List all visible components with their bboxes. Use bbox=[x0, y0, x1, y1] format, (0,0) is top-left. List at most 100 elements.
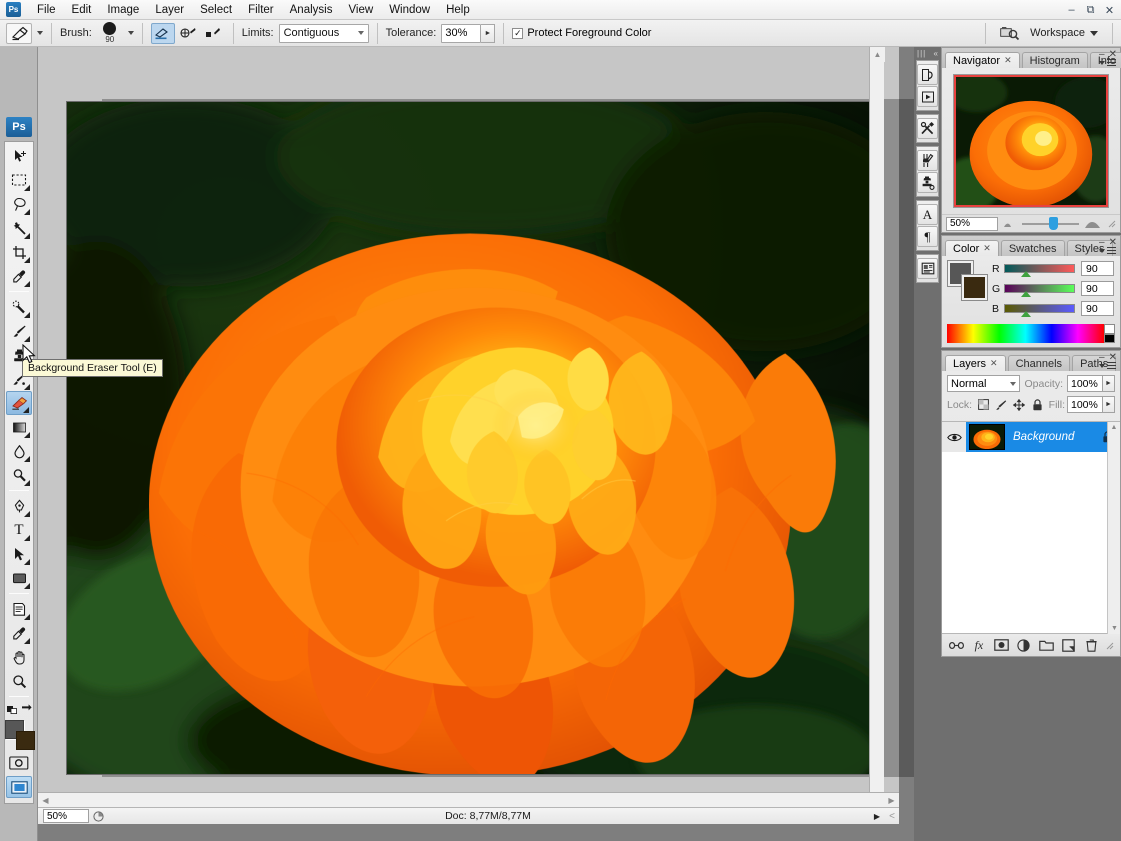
color-swatches-mini[interactable] bbox=[948, 261, 988, 301]
status-menu-icon[interactable]: ▶ bbox=[869, 812, 885, 821]
blur-tool[interactable] bbox=[6, 439, 32, 463]
restore-icon[interactable]: ⧉ bbox=[1081, 1, 1100, 19]
notes-tool[interactable] bbox=[6, 597, 32, 621]
scroll-left-icon[interactable]: ◀ bbox=[38, 793, 53, 808]
brush-preview[interactable]: 90 bbox=[97, 22, 123, 45]
history-panel-icon[interactable] bbox=[917, 64, 938, 85]
background-eraser-tool[interactable] bbox=[6, 391, 32, 415]
move-tool[interactable] bbox=[6, 144, 32, 168]
fill-input[interactable]: 100% bbox=[1067, 396, 1103, 413]
limits-select[interactable]: Contiguous bbox=[279, 24, 369, 43]
scroll-up-icon[interactable]: ▲ bbox=[1108, 422, 1120, 431]
minimize-icon[interactable]: – bbox=[1062, 1, 1081, 19]
menu-item-select[interactable]: Select bbox=[192, 2, 240, 18]
pen-tool[interactable] bbox=[6, 494, 32, 518]
brush-chevron-icon[interactable] bbox=[128, 31, 134, 35]
spot-healing-brush-tool[interactable] bbox=[6, 295, 32, 319]
quick-mask-icon[interactable] bbox=[6, 752, 32, 774]
workspace-button[interactable]: Workspace bbox=[1024, 25, 1104, 41]
layer-visibility-icon[interactable] bbox=[942, 422, 966, 452]
tab-close-icon[interactable]: ✕ bbox=[1004, 55, 1012, 66]
lock-image-pixels-icon[interactable] bbox=[994, 398, 1008, 412]
zoom-tool[interactable] bbox=[6, 669, 32, 693]
channel-slider-g[interactable] bbox=[1004, 284, 1075, 293]
panel-flyout-menu-icon[interactable] bbox=[1099, 59, 1116, 66]
new-adjustment-layer-icon[interactable] bbox=[1015, 637, 1032, 654]
spectrum-bar[interactable] bbox=[947, 324, 1104, 343]
opacity-stepper[interactable]: ► bbox=[1103, 375, 1115, 392]
rectangular-marquee-tool[interactable] bbox=[6, 168, 32, 192]
fill-stepper[interactable]: ► bbox=[1103, 396, 1115, 413]
menu-item-layer[interactable]: Layer bbox=[147, 2, 192, 18]
menu-item-analysis[interactable]: Analysis bbox=[282, 2, 341, 18]
tool-presets-panel-icon[interactable] bbox=[917, 118, 938, 139]
zoom-in-icon[interactable] bbox=[1084, 218, 1102, 229]
tab-histogram[interactable]: Histogram bbox=[1022, 52, 1088, 68]
background-eraser-icon[interactable] bbox=[6, 23, 32, 44]
lock-transparent-pixels-icon[interactable] bbox=[976, 398, 990, 412]
tab-channels[interactable]: Channels bbox=[1008, 355, 1070, 371]
scroll-right-icon[interactable]: ▶ bbox=[884, 793, 899, 808]
scroll-down-icon[interactable]: ▼ bbox=[1108, 625, 1121, 632]
sampling-continuous-icon[interactable] bbox=[151, 23, 175, 44]
table-row[interactable]: Background bbox=[942, 422, 1120, 452]
rectangle-tool[interactable] bbox=[6, 566, 32, 590]
blend-mode-select[interactable]: Normal bbox=[947, 375, 1020, 392]
navigator-thumbnail[interactable] bbox=[953, 74, 1109, 208]
menu-item-help[interactable]: Help bbox=[438, 2, 478, 18]
layer-thumbnail[interactable] bbox=[969, 424, 1005, 450]
channel-value[interactable]: 90 bbox=[1081, 281, 1114, 296]
menu-item-filter[interactable]: Filter bbox=[240, 2, 282, 18]
actions-panel-icon[interactable] bbox=[917, 86, 938, 107]
default-colors-icon[interactable] bbox=[7, 703, 18, 714]
channel-value[interactable]: 90 bbox=[1081, 261, 1114, 276]
canvas-vertical-scrollbar[interactable]: ▲ ▼ bbox=[869, 47, 884, 824]
navigator-view-box[interactable] bbox=[954, 75, 1108, 207]
delete-layer-icon[interactable] bbox=[1083, 637, 1100, 654]
character-panel-icon[interactable]: A bbox=[917, 204, 938, 225]
background-color-swatch[interactable] bbox=[16, 731, 35, 750]
tab-navigator[interactable]: Navigator ✕ bbox=[945, 52, 1020, 68]
add-layer-mask-icon[interactable] bbox=[993, 637, 1010, 654]
sampling-once-icon[interactable] bbox=[176, 23, 200, 44]
tab-close-icon[interactable]: ✕ bbox=[990, 358, 998, 369]
hand-tool[interactable] bbox=[6, 645, 32, 669]
magic-wand-tool[interactable] bbox=[6, 216, 32, 240]
tab-close-icon[interactable]: ✕ bbox=[983, 243, 991, 254]
tab-swatches[interactable]: Swatches bbox=[1001, 240, 1065, 256]
tolerance-input[interactable]: 30% bbox=[441, 24, 481, 43]
sampling-background-swatch-icon[interactable] bbox=[201, 23, 225, 44]
menu-item-view[interactable]: View bbox=[340, 2, 381, 18]
switch-colors-icon[interactable] bbox=[22, 703, 32, 713]
collapse-dock-icon[interactable]: « bbox=[934, 49, 938, 58]
zoom-level-input[interactable]: 50% bbox=[43, 809, 89, 823]
path-selection-tool[interactable] bbox=[6, 542, 32, 566]
layer-comps-panel-icon[interactable] bbox=[917, 258, 938, 279]
channel-slider-r[interactable] bbox=[1004, 264, 1075, 273]
menu-item-edit[interactable]: Edit bbox=[64, 2, 100, 18]
panel-flyout-menu-icon[interactable] bbox=[1099, 247, 1116, 254]
image-canvas[interactable] bbox=[66, 101, 875, 775]
paragraph-panel-icon[interactable]: ¶ bbox=[917, 226, 938, 247]
scroll-up-icon[interactable]: ▲ bbox=[870, 47, 885, 62]
layer-list-scrollbar[interactable]: ▲ ▼ bbox=[1107, 422, 1120, 634]
tab-layers[interactable]: Layers ✕ bbox=[945, 355, 1006, 371]
dock-grip[interactable]: ||| « bbox=[914, 47, 941, 60]
protect-foreground-checkbox[interactable]: ✓ Protect Foreground Color bbox=[512, 27, 651, 39]
channel-value[interactable]: 90 bbox=[1081, 301, 1114, 316]
channel-slider-b[interactable] bbox=[1004, 304, 1075, 313]
navigator-zoom-slider[interactable] bbox=[1022, 223, 1079, 225]
close-icon[interactable]: ✕ bbox=[1100, 1, 1119, 19]
color-swatches[interactable] bbox=[5, 720, 35, 750]
brush-tool[interactable] bbox=[6, 319, 32, 343]
lasso-tool[interactable] bbox=[6, 192, 32, 216]
lock-position-icon[interactable] bbox=[1012, 398, 1026, 412]
new-group-icon[interactable] bbox=[1038, 637, 1055, 654]
canvas-horizontal-scrollbar[interactable]: ◀ ▶ bbox=[38, 792, 899, 807]
eyedropper-tool[interactable] bbox=[6, 264, 32, 288]
link-layers-icon[interactable] bbox=[948, 637, 965, 654]
new-layer-icon[interactable] bbox=[1060, 637, 1077, 654]
panel-flyout-menu-icon[interactable] bbox=[1099, 362, 1116, 369]
add-layer-style-icon[interactable]: fx bbox=[970, 637, 987, 654]
spectrum-endcaps[interactable] bbox=[1104, 324, 1115, 343]
